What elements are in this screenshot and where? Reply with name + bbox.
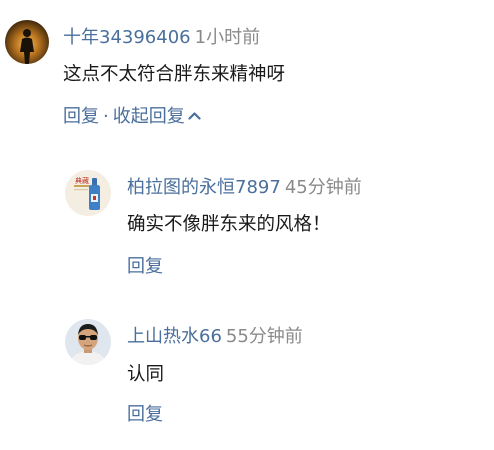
reply-item: 典藏 柏拉图的永恒7897 45分钟前 确实不像胖东来的风格！ 回复: [0, 150, 494, 290]
user-avatar[interactable]: [5, 20, 49, 64]
collapse-replies-label: 收起回复: [112, 106, 185, 127]
chevron-up-icon: [188, 111, 201, 120]
reply-actions: 回复: [127, 404, 163, 426]
reply-meta: 上山热水66 55分钟前: [127, 326, 303, 348]
reply-actions: 回复: [127, 256, 163, 278]
reply-button[interactable]: 回复: [63, 106, 99, 127]
reply-username[interactable]: 上山热水66: [127, 326, 222, 347]
reply-content: 认同: [127, 364, 165, 385]
collapse-replies-button[interactable]: 收起回复: [113, 106, 201, 127]
comment-time: 1小时前: [194, 27, 261, 48]
reply-button[interactable]: 回复: [127, 256, 163, 277]
action-separator: ·: [103, 106, 109, 127]
user-avatar[interactable]: 典藏: [65, 170, 111, 216]
reply-content: 确实不像胖东来的风格！: [127, 214, 331, 235]
reply-time: 55分钟前: [225, 326, 303, 347]
reply-item: 上山热水66 55分钟前 认同 回复: [0, 300, 494, 450]
person-sunglasses-avatar-icon: [65, 319, 111, 365]
reply-time: 45分钟前: [284, 177, 362, 198]
comment-actions: 回复 · 收起回复: [63, 106, 201, 128]
comment-username[interactable]: 十年34396406: [63, 27, 191, 48]
liquor-bottle-avatar-icon: 典藏: [65, 170, 111, 216]
reply-meta: 柏拉图的永恒7897 45分钟前: [127, 177, 362, 199]
reply-button[interactable]: 回复: [127, 404, 163, 425]
comment-meta: 十年34396406 1小时前: [63, 27, 260, 49]
comment-item: 十年34396406 1小时前 这点不太符合胖东来精神呀 回复 · 收起回复: [0, 0, 494, 140]
user-avatar[interactable]: [65, 319, 111, 365]
avatar-logo-text: 典藏: [75, 176, 89, 185]
runner-silhouette-avatar-icon: [5, 20, 49, 64]
comment-content: 这点不太符合胖东来精神呀: [63, 64, 286, 85]
reply-username[interactable]: 柏拉图的永恒7897: [127, 177, 281, 198]
